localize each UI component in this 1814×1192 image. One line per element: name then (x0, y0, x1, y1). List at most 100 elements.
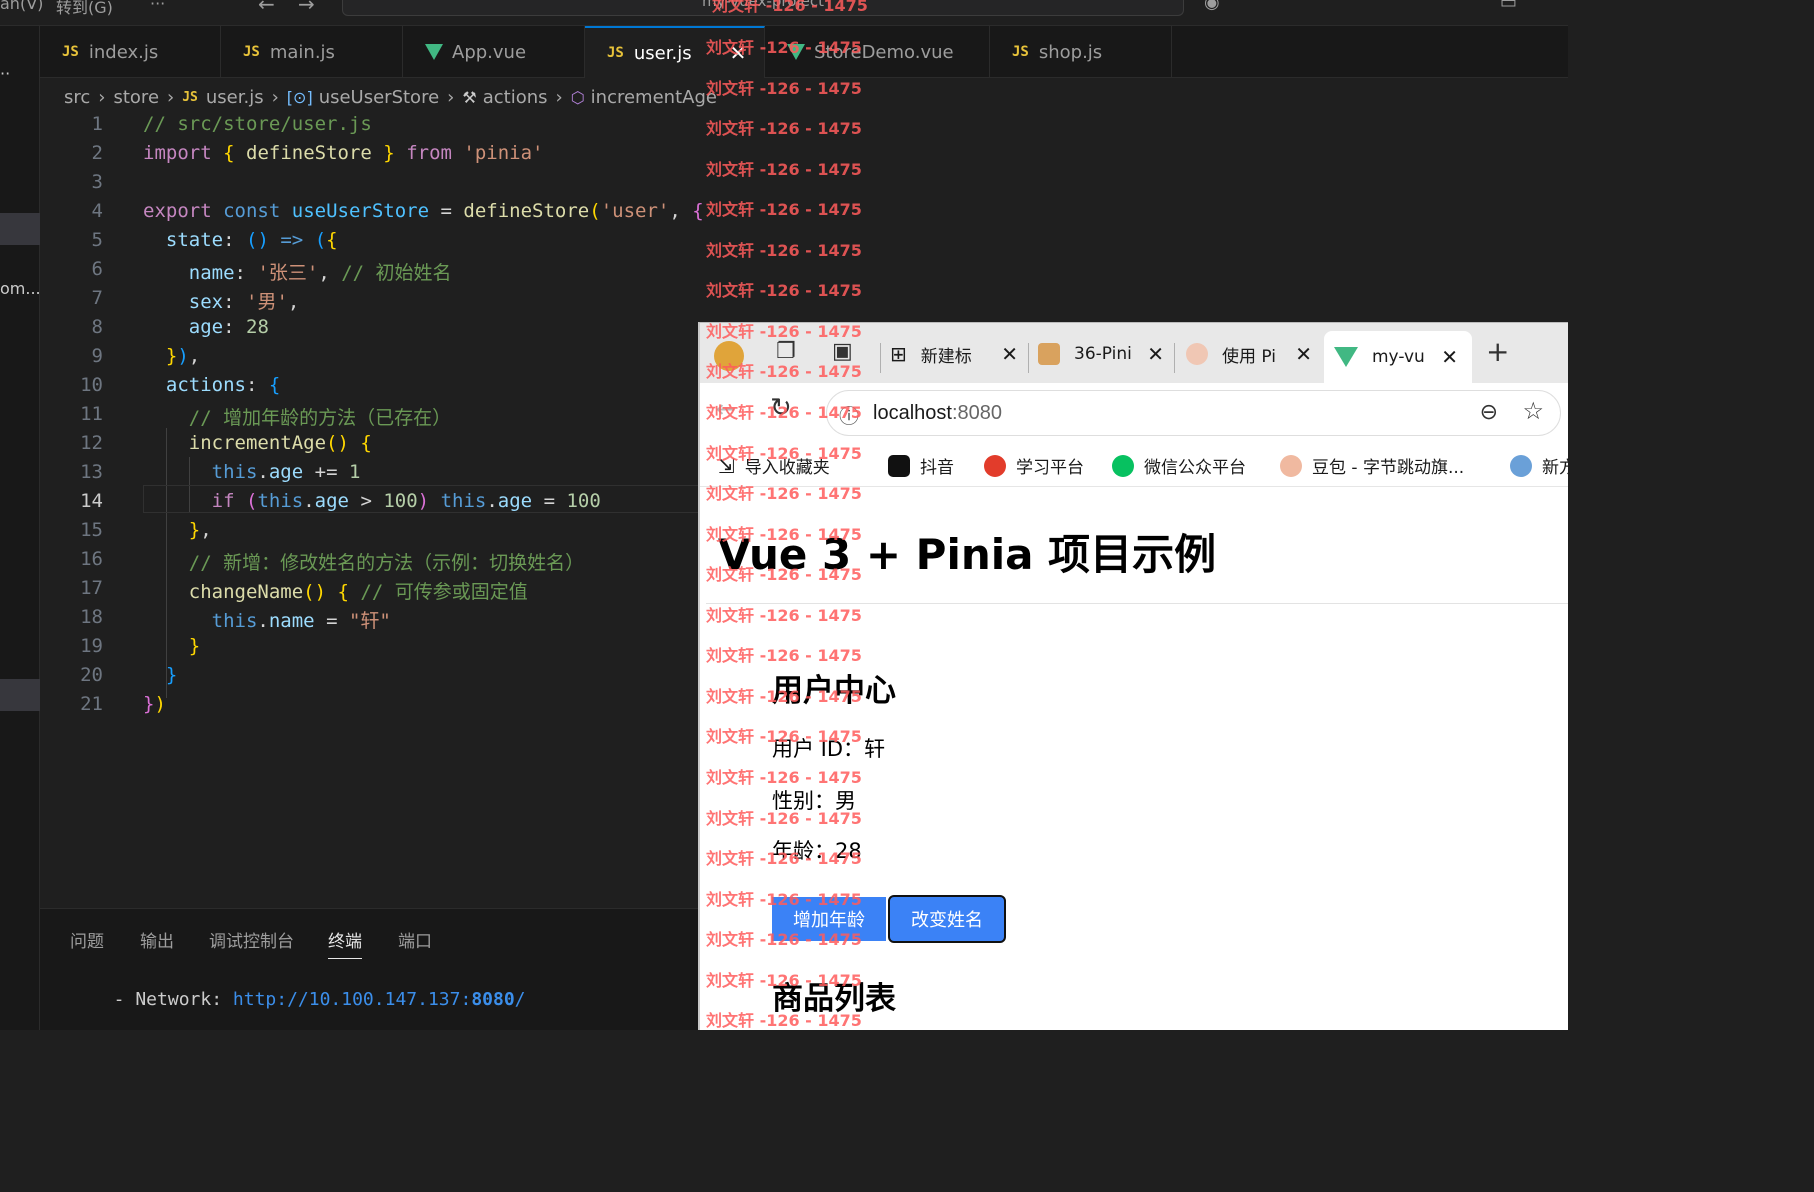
breadcrumb: src › store › JS user.js › [⊙] useUserSt… (64, 84, 717, 110)
browser-tab-usepinia[interactable]: 使用 Pi ✕ (1186, 333, 1312, 375)
close-icon[interactable]: ✕ (1147, 342, 1164, 366)
command-center[interactable]: my-vuex-project (342, 0, 1184, 16)
code-line: 18 this.name = "轩" (80, 606, 391, 632)
close-icon[interactable]: ✕ (1441, 345, 1458, 369)
code-line: 8 age: 28 (91, 316, 269, 338)
code-line: 5 state: () => ({ (91, 229, 338, 251)
code-line: 14 if (this.age > 100) this.age = 100 (80, 490, 601, 512)
menu-goto[interactable]: 转到(G) (56, 0, 113, 18)
sidebar-selection[interactable] (0, 213, 40, 245)
panel-tab-ports[interactable]: 端口 (398, 927, 432, 952)
code-line: 7 sex: '男', (91, 287, 300, 313)
code-line: 13 this.age += 1 (80, 461, 361, 483)
breadcrumb-file[interactable]: user.js (206, 87, 264, 108)
close-icon[interactable]: ✕ (1295, 342, 1312, 366)
vertical-tabs-icon[interactable]: ▣ (832, 339, 853, 364)
vue-file-icon (787, 44, 805, 60)
watermark: 刘文轩 -126 - 1475 (706, 241, 862, 260)
breadcrumb-method[interactable]: incrementAge (591, 87, 717, 108)
browser-tab-bar: ❐ ▣ ⊞ 新建标 ✕ 36-Pini ✕ 使用 Pi ✕ my-vu ✕ + (700, 323, 1568, 383)
bookmarks-bar: ⇲导入收藏夹 抖音 学习平台 微信公众平台 豆包 - 字节跳动旗... 新方 (700, 445, 1568, 487)
close-icon[interactable]: ✕ (1001, 342, 1018, 366)
doubao-icon (1280, 454, 1302, 477)
forward-arrow-icon[interactable]: → (298, 0, 315, 16)
watermark: 刘文轩 -126 - 1475 (706, 200, 862, 219)
panel-tab-problems[interactable]: 问题 (70, 927, 104, 952)
web-page: Vue 3 + Pinia 项目示例 用户中心 用户 ID：轩 性别：男 年龄：… (700, 489, 1568, 1030)
code-line: 16 // 新增：修改姓名的方法（示例：切换姓名） (80, 548, 585, 574)
tab-favicon-icon (1038, 343, 1060, 365)
code-line: 19 } (80, 635, 201, 657)
sidebar-truncated-label[interactable]: om... (0, 279, 41, 298)
zoom-out-icon[interactable]: ⊖ (1480, 399, 1498, 425)
code-line: 11 // 增加年龄的方法（已存在） (80, 403, 452, 429)
panel-tab-output[interactable]: 输出 (140, 927, 174, 952)
code-line: 21}) (80, 693, 166, 715)
bookmark-wechat[interactable]: 微信公众平台 (1112, 453, 1246, 478)
copilot-icon[interactable]: ◉ (1204, 0, 1220, 13)
vue-logo-icon (1334, 347, 1358, 367)
close-icon[interactable]: ✕ (730, 41, 747, 65)
breadcrumb-src[interactable]: src (64, 87, 90, 108)
wrench-icon: ⚒ (462, 87, 477, 107)
code-editor[interactable]: 1// src/store/user.js 2 import { defineSt… (40, 112, 704, 907)
panel-tab-terminal[interactable]: 终端 (328, 927, 362, 959)
code-line: 15 }, (80, 519, 212, 541)
breadcrumb-symbol[interactable]: useUserStore (319, 87, 439, 108)
bookmark-doubao[interactable]: 豆包 - 字节跳动旗... (1280, 453, 1464, 478)
browser-tab-pinia[interactable]: 36-Pini ✕ (1038, 333, 1164, 375)
tab-app-vue[interactable]: App.vue (403, 26, 585, 78)
star-icon[interactable]: ☆ (1522, 397, 1544, 426)
tab-shop-js[interactable]: JS shop.js (990, 26, 1172, 78)
menu-more[interactable]: ··· (150, 0, 165, 13)
change-name-button[interactable]: 改变姓名 (888, 895, 1006, 943)
age-text: 年龄：28 (772, 839, 862, 863)
divider (1174, 343, 1175, 373)
method-cube-icon: ⬡ (570, 87, 585, 107)
code-line: 3 (91, 171, 103, 193)
bookmark-more[interactable]: 新方 (1510, 453, 1568, 478)
browser-tab-newtab[interactable]: ⊞ 新建标 ✕ (890, 333, 1018, 375)
terminal-output[interactable]: - Network: http://10.100.147.137:8080/ (92, 989, 526, 1010)
code-line: 1// src/store/user.js (91, 113, 372, 135)
tab-main-js[interactable]: JS main.js (221, 26, 403, 78)
browser-tab-active[interactable]: my-vu ✕ (1324, 331, 1472, 383)
profile-avatar[interactable] (714, 341, 744, 371)
chevron-right-icon: › (555, 86, 563, 108)
layout-icon[interactable]: ▭ (1500, 0, 1517, 13)
menu-view[interactable]: an(V) (0, 0, 43, 13)
panel-tab-debug-console[interactable]: 调试控制台 (209, 927, 294, 952)
more-icon[interactable]: ·· (0, 64, 10, 83)
network-url[interactable]: http://10.100.147.137: (233, 989, 471, 1010)
bookmark-import[interactable]: ⇲ 导入收藏夹 (718, 453, 830, 479)
bookmark-douyin[interactable]: 抖音 (888, 453, 954, 478)
tab-storedemo-vue[interactable]: StoreDemo.vue (765, 26, 990, 78)
sex-text: 性别：男 (772, 789, 856, 813)
titlebar: an(V) 转到(G) ··· ← → my-vuex-project ◉ ▭ (0, 0, 1568, 26)
back-arrow-icon[interactable]: ← (258, 0, 275, 16)
sidebar-selection-2[interactable] (0, 679, 40, 711)
user-id-text: 用户 ID：轩 (772, 737, 886, 761)
tab-index-js[interactable]: JS index.js (40, 26, 221, 78)
tab-user-js[interactable]: JS user.js ✕ (585, 26, 765, 78)
breadcrumb-actions[interactable]: actions (483, 87, 548, 108)
watermark: 刘文轩 -126 - 1475 (706, 281, 862, 300)
js-file-icon: JS (607, 45, 624, 61)
new-tab-button[interactable]: + (1486, 335, 1509, 368)
watermark: 刘文轩 -126 - 1475 (706, 160, 862, 179)
breadcrumb-store[interactable]: store (113, 87, 159, 108)
increase-age-button[interactable]: 增加年龄 (772, 897, 886, 941)
code-line: 20 } (80, 664, 178, 686)
site-info-icon[interactable]: ⓘ (839, 400, 859, 429)
chevron-right-icon: › (167, 86, 175, 108)
back-icon[interactable]: ← (716, 395, 736, 423)
activity-bar: ·· om... (0, 26, 41, 1030)
bookmark-study[interactable]: 学习平台 (984, 453, 1084, 478)
divider (1028, 343, 1029, 373)
divider (880, 343, 881, 373)
url-input[interactable]: ⓘ localhost:8080 ⊖ ☆ (826, 390, 1561, 436)
reload-icon[interactable]: ↻ (770, 393, 792, 423)
grid-icon: ⊞ (890, 342, 907, 366)
workspaces-icon[interactable]: ❐ (776, 339, 796, 364)
divider (706, 603, 1568, 604)
